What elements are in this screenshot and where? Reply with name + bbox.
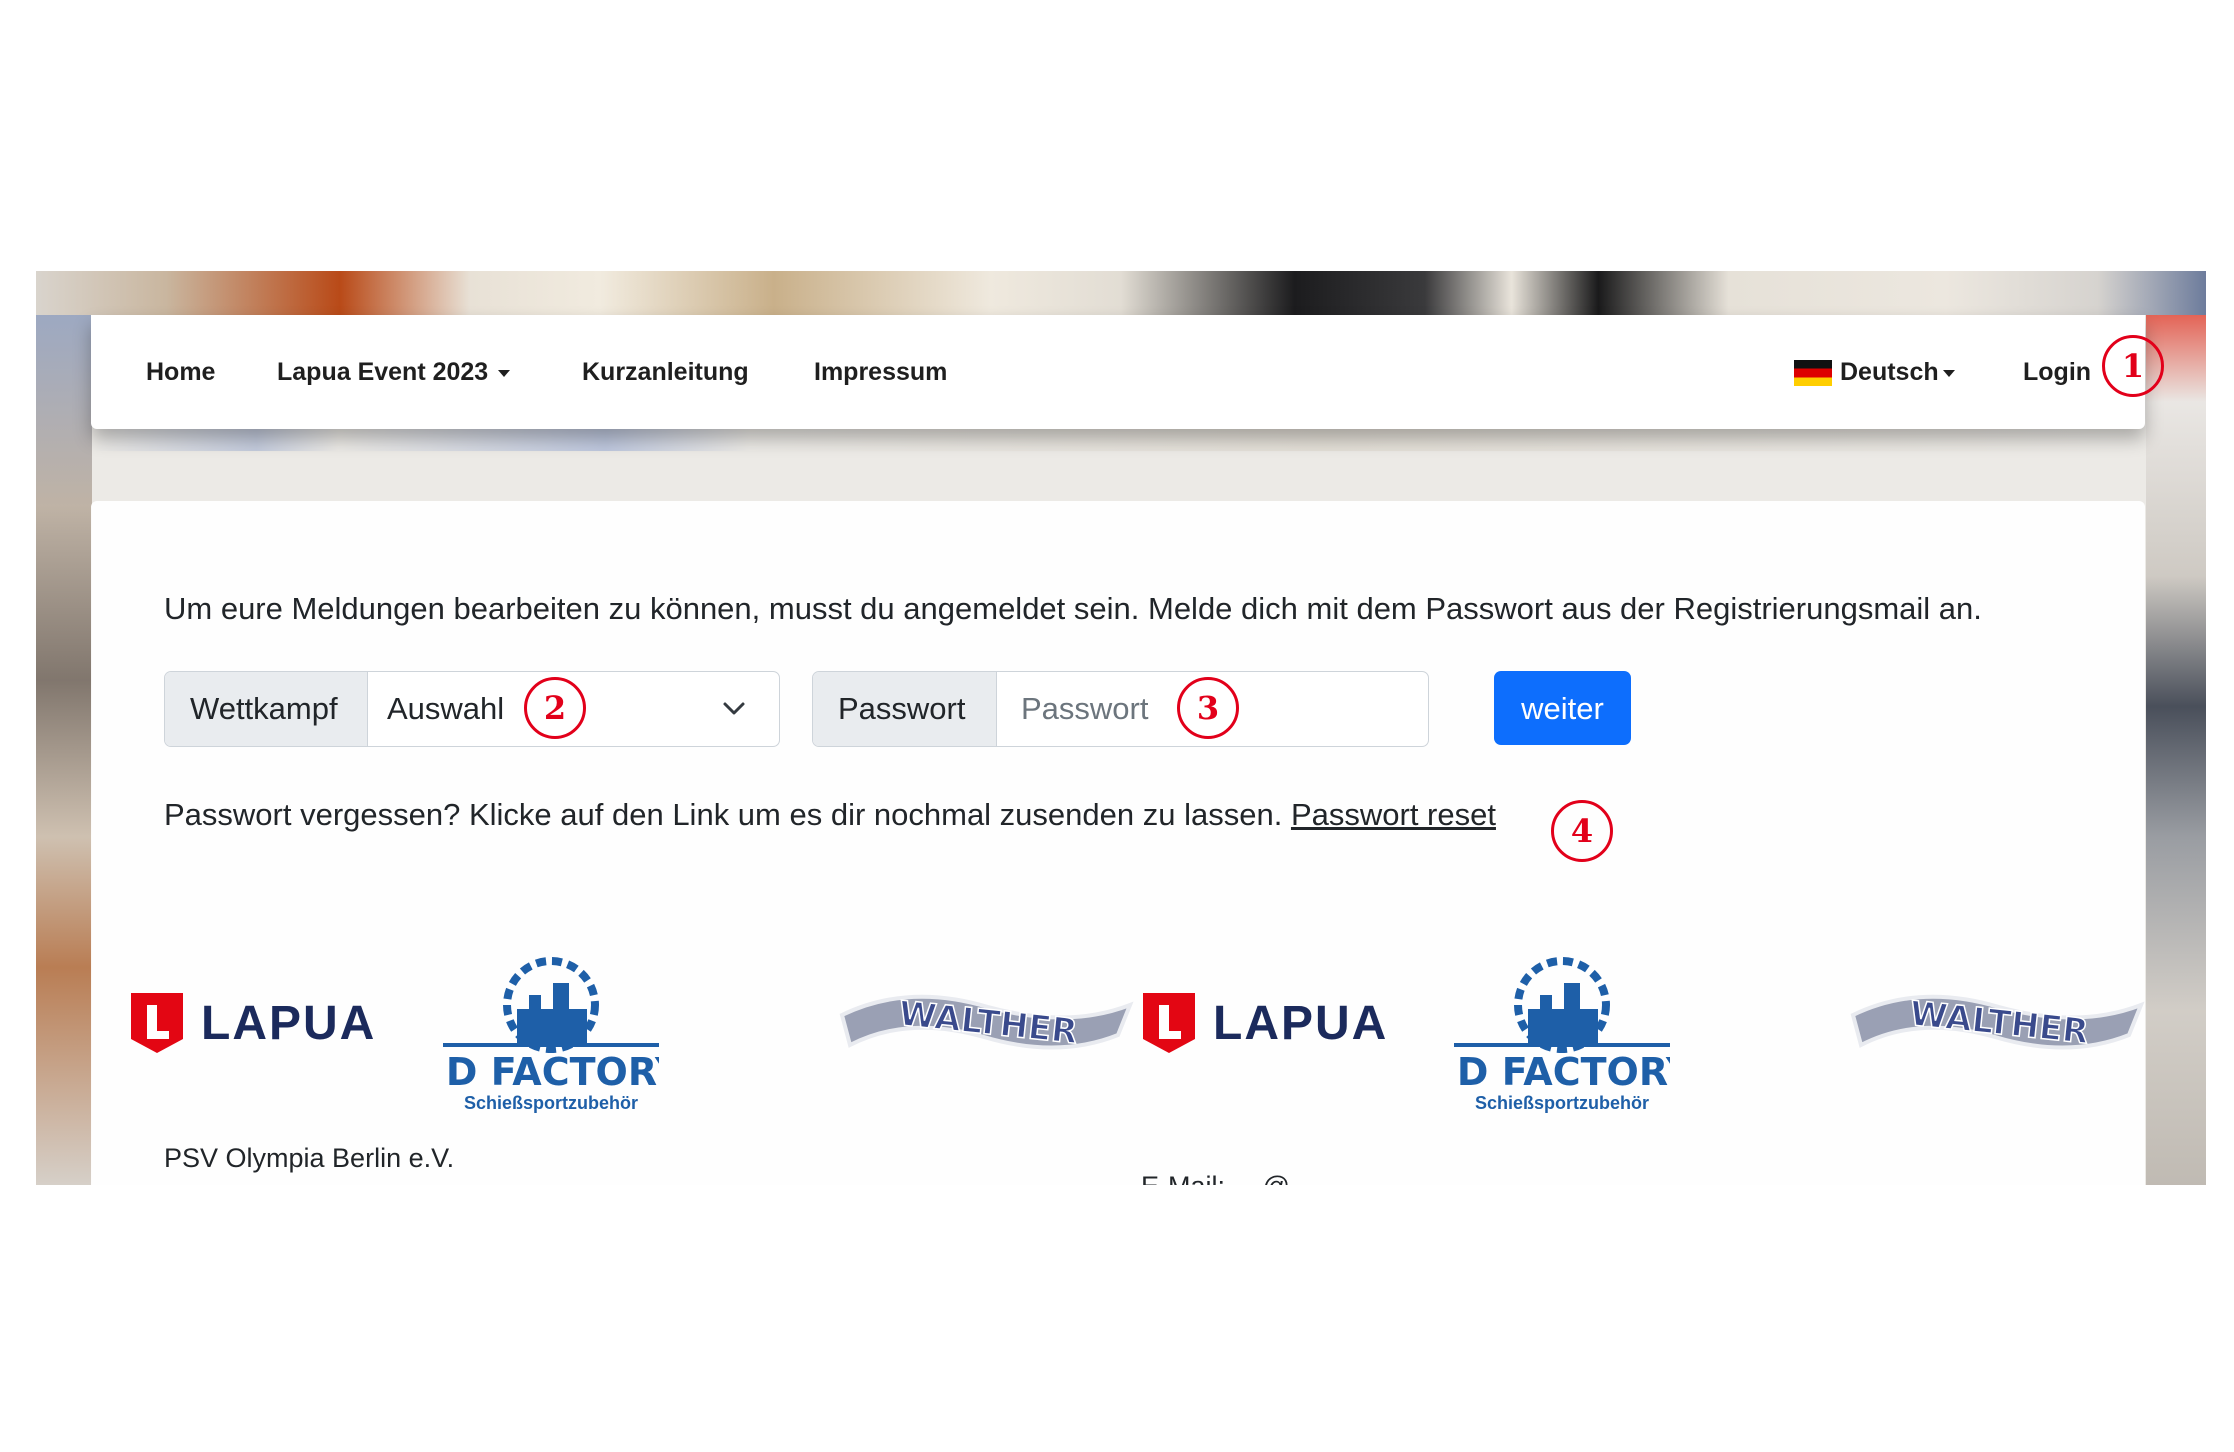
password-label: Passwort xyxy=(813,672,997,746)
3d-factory-subtitle: Schießsportzubehör xyxy=(1475,1093,1649,1113)
lapua-logo-text: LAPUA xyxy=(201,997,376,1050)
3d-factory-logo: 3D FACTORY Schießsportzubehör xyxy=(443,957,659,1113)
language-label: Deutsch xyxy=(1840,358,1939,386)
caret-down-icon xyxy=(498,369,511,377)
annotation-marker-2: 2 xyxy=(524,677,586,739)
password-input-group: Passwort xyxy=(812,671,1429,747)
screenshot-area: Home Lapua Event 2023 Kurzanleitung Impr… xyxy=(36,271,2206,1185)
forgot-password-message: Passwort vergessen? Klicke auf den Link … xyxy=(164,797,1283,832)
competition-label: Wettkampf xyxy=(165,672,368,746)
3d-factory-logo-text: 3D FACTORY xyxy=(1454,1050,1670,1094)
3d-factory-logo-text: 3D FACTORY xyxy=(443,1050,659,1094)
lapua-logo: LAPUA xyxy=(1143,993,1388,1053)
german-flag-icon xyxy=(1794,360,1832,387)
login-intro-text: Um eure Meldungen bearbeiten zu können, … xyxy=(164,591,1982,626)
chevron-down-icon xyxy=(723,702,745,715)
3d-factory-logo: 3D FACTORY Schießsportzubehör xyxy=(1454,957,1670,1113)
competition-select-value: Auswahl xyxy=(387,691,505,726)
walther-logo-text: WALTHER xyxy=(1908,994,2091,1053)
footer-contact-cut: E-Mail: ... @... xyxy=(1141,1171,1312,1185)
background-photo-right xyxy=(2146,315,2206,1185)
password-reset-link[interactable]: Passwort reset xyxy=(1291,797,1496,832)
nav-home-link[interactable]: Home xyxy=(146,315,215,429)
nav-event-label: Lapua Event 2023 xyxy=(277,358,489,386)
background-photo-left xyxy=(36,315,92,1185)
walther-logo-text: WALTHER xyxy=(897,994,1080,1053)
forgot-password-text: Passwort vergessen? Klicke auf den Link … xyxy=(164,797,1496,833)
walther-logo: WALTHER xyxy=(839,993,1134,1053)
nav-login-link[interactable]: Login xyxy=(2023,315,2091,429)
nav-imprint-link[interactable]: Impressum xyxy=(814,315,947,429)
submit-button[interactable]: weiter xyxy=(1494,671,1631,745)
login-card: Um eure Meldungen bearbeiten zu können, … xyxy=(91,501,2145,1185)
top-navbar: Home Lapua Event 2023 Kurzanleitung Impr… xyxy=(91,315,2145,429)
annotation-marker-1: 1 xyxy=(2102,335,2164,397)
lapua-logo: LAPUA xyxy=(131,993,376,1053)
header-photo-strip xyxy=(36,271,2206,315)
competition-select-group: Wettkampf Auswahl xyxy=(164,671,780,747)
annotation-marker-3: 3 xyxy=(1177,677,1239,739)
annotation-marker-4: 4 xyxy=(1551,800,1613,862)
lapua-logo-text: LAPUA xyxy=(1213,997,1388,1050)
walther-logo: WALTHER xyxy=(1850,993,2145,1053)
nav-event-dropdown[interactable]: Lapua Event 2023 xyxy=(277,315,511,429)
3d-factory-subtitle: Schießsportzubehör xyxy=(464,1093,638,1113)
footer-club-name: PSV Olympia Berlin e.V. xyxy=(164,1143,455,1173)
caret-down-icon xyxy=(1942,369,1955,377)
language-dropdown[interactable]: Deutsch xyxy=(1794,315,1955,429)
nav-guide-link[interactable]: Kurzanleitung xyxy=(582,315,749,429)
